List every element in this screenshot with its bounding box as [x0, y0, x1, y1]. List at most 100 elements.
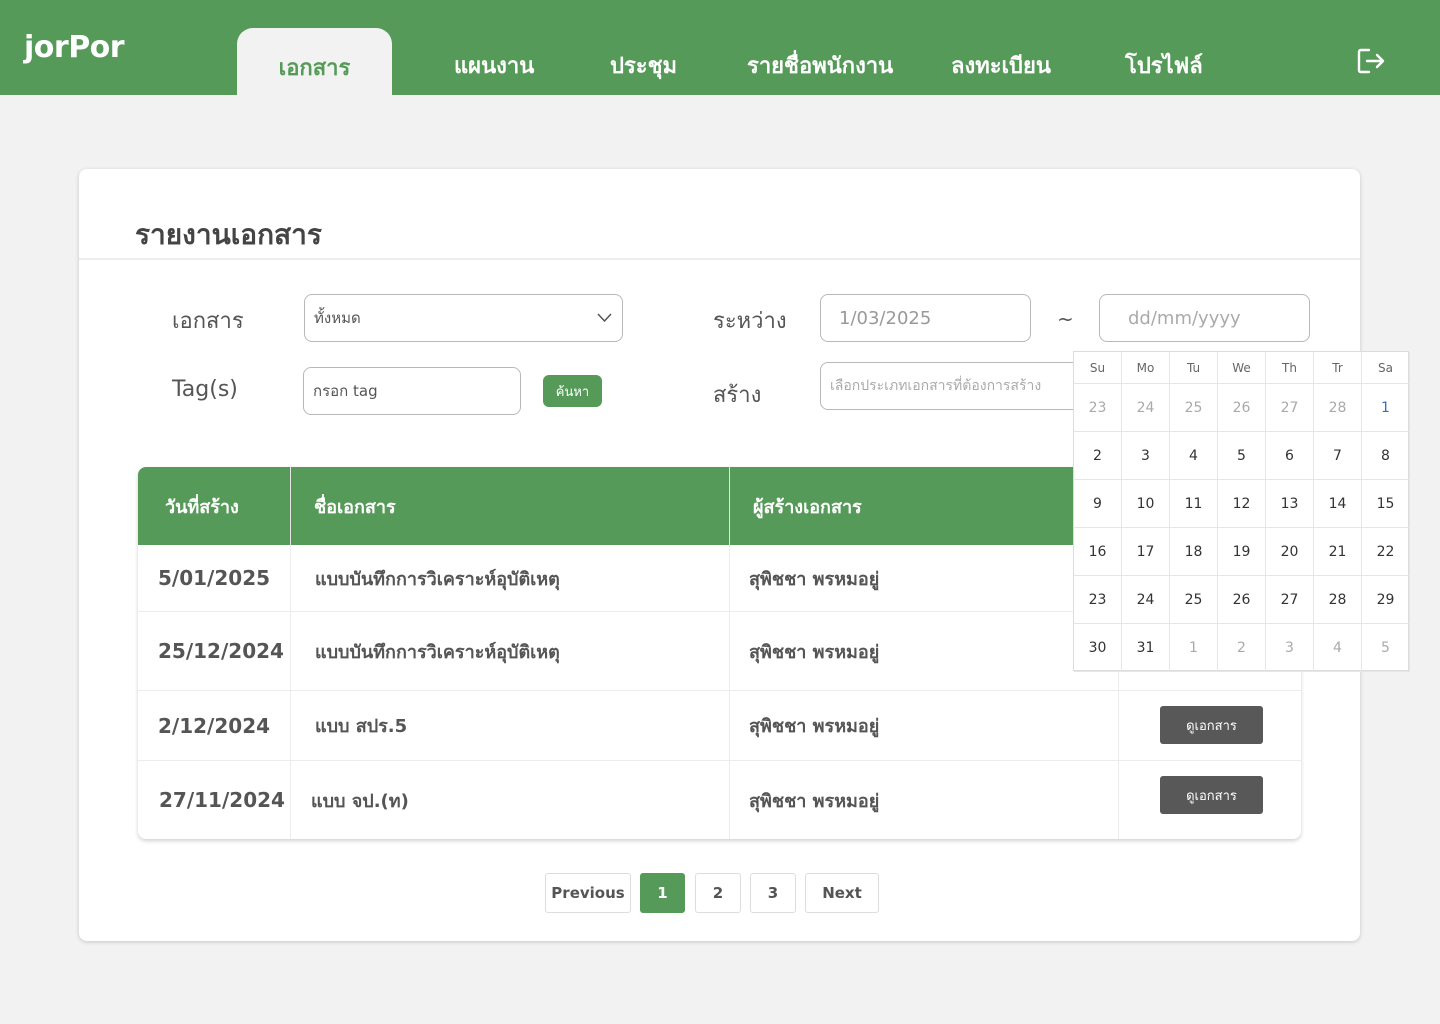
calendar-day[interactable]: 9 [1074, 480, 1122, 528]
calendar-day[interactable]: 4 [1314, 624, 1362, 672]
weekday-header: Th [1266, 352, 1314, 384]
calendar-day[interactable]: 22 [1362, 528, 1410, 576]
pagination-previous-button[interactable]: Previous [545, 873, 631, 913]
row-creator: สุพิชชา พรหมอยู่ [730, 545, 1119, 611]
row-date: 25/12/2024 [138, 612, 291, 690]
calendar-day[interactable]: 1 [1170, 624, 1218, 672]
tab-profile[interactable]: โปรไฟล์ [1125, 48, 1203, 83]
search-button[interactable]: ค้นหา [543, 375, 602, 407]
calendar-day[interactable]: 5 [1362, 624, 1410, 672]
calendar-day[interactable]: 21 [1314, 528, 1362, 576]
calendar-day[interactable]: 10 [1122, 480, 1170, 528]
calendar-day[interactable]: 4 [1170, 432, 1218, 480]
logout-icon[interactable] [1356, 46, 1386, 76]
tab-register[interactable]: ลงทะเบียน [951, 48, 1051, 83]
calendar-day[interactable]: 11 [1170, 480, 1218, 528]
row-date: 5/01/2025 [138, 545, 291, 611]
calendar-day[interactable]: 19 [1218, 528, 1266, 576]
title-divider [79, 258, 1360, 260]
calendar-day[interactable]: 25 [1170, 576, 1218, 624]
app-logo: jorPor [24, 30, 125, 65]
calendar-day[interactable]: 7 [1314, 432, 1362, 480]
calendar-day[interactable]: 8 [1362, 432, 1410, 480]
row-document-name: แบบ สปร.5 [291, 691, 730, 760]
create-label: สร้าง [713, 383, 762, 408]
row-creator: สุพิชชา พรหมอยู่ [730, 761, 1119, 839]
table-row: 2/12/2024 แบบ สปร.5 สุพิชชา พรหมอยู่ ดูเ… [138, 691, 1301, 761]
weekday-header: We [1218, 352, 1266, 384]
calendar-day[interactable]: 28 [1314, 576, 1362, 624]
calendar-day[interactable]: 26 [1218, 384, 1266, 432]
date-picker-calendar: Su Mo Tu We Th Tr Sa 23 24 25 26 27 28 1 2 3 4 5 6 7 8 9 10 11 1… [1073, 351, 1410, 672]
top-navbar: jorPor เอกสาร แผนงาน ประชุม รายชื่อพนักง… [0, 0, 1440, 95]
pagination-next-button[interactable]: Next [805, 873, 879, 913]
calendar-day[interactable]: 12 [1218, 480, 1266, 528]
calendar-day[interactable]: 31 [1122, 624, 1170, 672]
weekday-header: Tr [1314, 352, 1362, 384]
column-created-date: วันที่สร้าง [138, 467, 291, 545]
calendar-day[interactable]: 13 [1266, 480, 1314, 528]
calendar-day[interactable]: 25 [1170, 384, 1218, 432]
date-to-placeholder: dd/mm/yyyy [1128, 307, 1241, 329]
calendar-day[interactable]: 24 [1122, 576, 1170, 624]
calendar-day[interactable]: 14 [1314, 480, 1362, 528]
calendar-day[interactable]: 27 [1266, 576, 1314, 624]
calendar-day[interactable]: 5 [1218, 432, 1266, 480]
document-filter-label: เอกสาร [172, 309, 244, 334]
document-type-select[interactable]: ทั้งหมด [304, 294, 623, 342]
calendar-day[interactable]: 6 [1266, 432, 1314, 480]
calendar-day[interactable]: 3 [1266, 624, 1314, 672]
tab-documents[interactable]: เอกสาร [237, 28, 392, 95]
calendar-day[interactable]: 18 [1170, 528, 1218, 576]
row-date: 27/11/2024 [138, 761, 291, 839]
document-type-value: ทั้งหมด [314, 309, 361, 327]
view-document-button[interactable]: ดูเอกสาร [1160, 776, 1263, 814]
calendar-day[interactable]: 15 [1362, 480, 1410, 528]
pagination-page-1[interactable]: 1 [640, 873, 685, 913]
calendar-day[interactable]: 24 [1122, 384, 1170, 432]
tab-employees[interactable]: รายชื่อพนักงาน [747, 48, 893, 83]
date-from-value: 1/03/2025 [839, 307, 932, 329]
calendar-day[interactable]: 23 [1074, 576, 1122, 624]
page-title: รายงานเอกสาร [135, 218, 322, 251]
calendar-day[interactable]: 28 [1314, 384, 1362, 432]
tags-input[interactable]: กรอก tag [303, 367, 521, 415]
tab-meetings[interactable]: ประชุม [610, 48, 677, 83]
calendar-day[interactable]: 2 [1074, 432, 1122, 480]
calendar-day[interactable]: 29 [1362, 576, 1410, 624]
calendar-day[interactable]: 2 [1218, 624, 1266, 672]
row-document-name: แบบ จป.(ท) [291, 761, 730, 839]
weekday-header: Mo [1122, 352, 1170, 384]
column-document-name: ชื่อเอกสาร [291, 467, 730, 545]
pagination-page-3[interactable]: 3 [750, 873, 796, 913]
calendar-day[interactable]: 3 [1122, 432, 1170, 480]
create-document-placeholder: เลือกประเภทเอกสารที่ต้องการสร้าง [830, 378, 1042, 394]
tags-label: Tag(s) [172, 377, 238, 402]
calendar-day[interactable]: 20 [1266, 528, 1314, 576]
view-document-button[interactable]: ดูเอกสาร [1160, 706, 1263, 744]
create-document-select[interactable]: เลือกประเภทเอกสารที่ต้องการสร้าง [820, 362, 1090, 410]
calendar-day[interactable]: 30 [1074, 624, 1122, 672]
row-document-name: แบบบันทึกการวิเคราะห์อุบัติเหตุ [291, 545, 730, 611]
date-to-input[interactable]: dd/mm/yyyy [1099, 294, 1310, 342]
calendar-day[interactable]: 27 [1266, 384, 1314, 432]
weekday-header: Su [1074, 352, 1122, 384]
date-from-input[interactable]: 1/03/2025 [820, 294, 1031, 342]
chevron-down-icon [597, 313, 612, 322]
calendar-day[interactable]: 26 [1218, 576, 1266, 624]
weekday-header: Tu [1170, 352, 1218, 384]
row-creator: สุพิชชา พรหมอยู่ [730, 612, 1119, 690]
between-label: ระหว่าง [713, 309, 787, 334]
row-date: 2/12/2024 [138, 691, 291, 760]
calendar-day[interactable]: 16 [1074, 528, 1122, 576]
tab-plans[interactable]: แผนงาน [454, 48, 534, 83]
calendar-day[interactable]: 1 [1362, 384, 1410, 432]
pagination-page-2[interactable]: 2 [695, 873, 741, 913]
calendar-day[interactable]: 23 [1074, 384, 1122, 432]
tags-input-text: กรอก tag [313, 382, 378, 400]
calendar-day[interactable]: 17 [1122, 528, 1170, 576]
table-row: 27/11/2024 แบบ จป.(ท) สุพิชชา พรหมอยู่ ด… [138, 761, 1301, 839]
weekday-header: Sa [1362, 352, 1410, 384]
date-range-separator: ~ [1057, 307, 1074, 331]
row-creator: สุพิชชา พรหมอยู่ [730, 691, 1119, 760]
